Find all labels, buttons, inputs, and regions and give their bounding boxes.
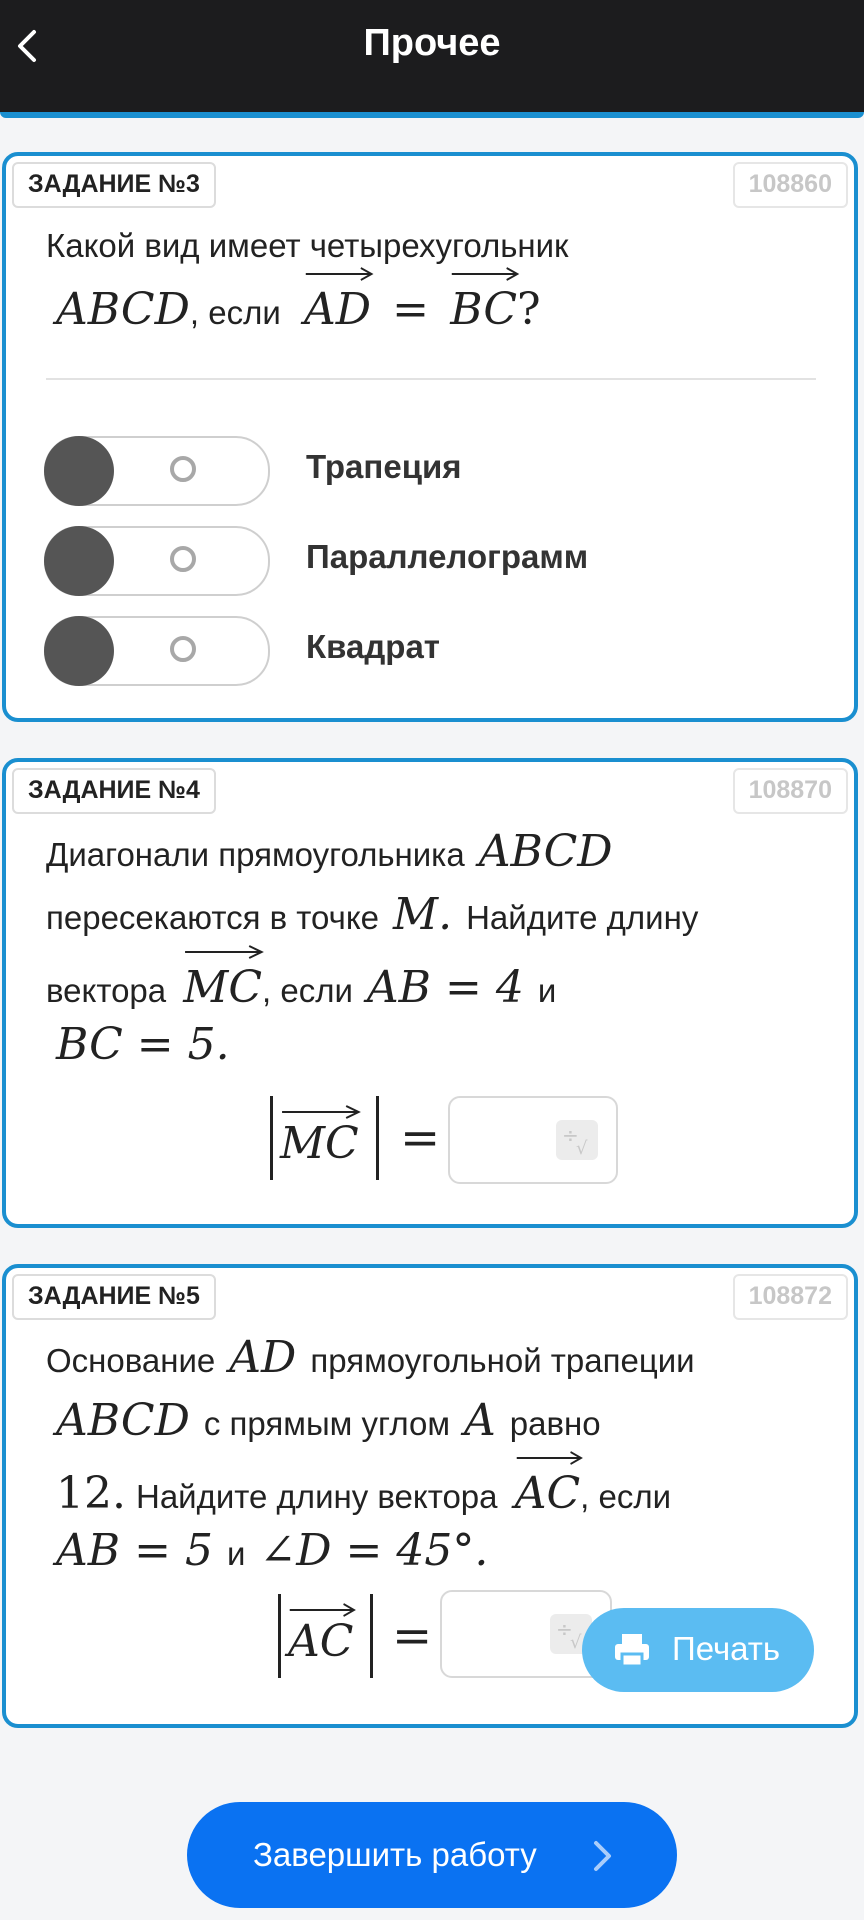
- abs-bar-right: [376, 1096, 379, 1180]
- answer-input[interactable]: ÷ √: [448, 1096, 618, 1184]
- math-m: M.: [393, 889, 453, 940]
- math-ab4: AB = 4: [366, 962, 524, 1013]
- task-card-3: ЗАДАНИЕ №3 108860 Какой вид имеет четыре…: [2, 152, 858, 722]
- task-id: 108860: [732, 162, 848, 208]
- vector-arrow-icon: [304, 266, 375, 282]
- printer-icon: [612, 1630, 652, 1670]
- option-label: Квадрат: [306, 628, 440, 665]
- option-square[interactable]: Квадрат: [44, 616, 604, 686]
- option-toggle[interactable]: [44, 616, 270, 686]
- question-line-4: AB = 5 и ∠D = 45°.: [56, 1525, 489, 1576]
- svg-text:√: √: [576, 1138, 588, 1159]
- finish-work-button[interactable]: Завершить работу: [187, 1802, 677, 1908]
- question-line-2: ABCD с прямым углом Aравно: [56, 1395, 601, 1446]
- vector-arrow-icon: [450, 266, 521, 282]
- vector-arrow-icon: [288, 1602, 357, 1618]
- math-ad: AD: [229, 1332, 297, 1383]
- header-accent-line: [0, 112, 864, 118]
- math-abcd: ABCD: [56, 1395, 190, 1446]
- question-line-2: пересекаются в точке M. Найдите длину: [46, 889, 699, 940]
- vector-arrow-icon: [515, 1450, 584, 1466]
- question-line-3: 12. Найдите длину вектора AC, если: [46, 1451, 824, 1527]
- math-abcd: ABCD: [478, 826, 613, 877]
- print-label: Печать: [672, 1630, 781, 1667]
- question-line-1: Диагонали прямоугольника ABCD: [46, 826, 613, 877]
- finish-label: Завершить работу: [253, 1836, 537, 1873]
- svg-text:√: √: [570, 1632, 582, 1653]
- math-bc5: BC = 5.: [56, 1019, 230, 1070]
- abs-bar-right: [370, 1594, 373, 1678]
- task-id: 108870: [732, 768, 848, 814]
- math-angle: ∠D = 45°.: [259, 1525, 489, 1576]
- radio-ring-icon: [170, 636, 196, 662]
- math-question-mark: ?: [517, 284, 541, 335]
- math-eq: =: [400, 1110, 441, 1166]
- option-label: Трапеция: [306, 448, 462, 485]
- vector-ad: AD: [304, 267, 374, 340]
- radio-ring-icon: [170, 456, 196, 482]
- math-abcd: ABCD: [56, 284, 190, 335]
- option-trapezoid[interactable]: Трапеция: [44, 436, 604, 506]
- vector-ac-answer: AC: [288, 1603, 356, 1667]
- radio-ring-icon: [170, 546, 196, 572]
- task-card-4: ЗАДАНИЕ №4 108870 Диагонали прямоугольни…: [2, 758, 858, 1228]
- abs-bar-left: [270, 1096, 273, 1180]
- question-line-4: BC = 5.: [46, 1015, 824, 1078]
- vector-ac: AC: [515, 1451, 583, 1524]
- text-comma-if: , если: [189, 294, 281, 331]
- answer-row: MC = ÷ √: [6, 1090, 854, 1190]
- math-eq: =: [392, 1608, 433, 1664]
- math-twelve: 12.: [56, 1468, 126, 1519]
- question-text: Диагонали прямоугольника ABCD пересекаютс…: [46, 822, 824, 1078]
- question-line-1: Основание AD прямоугольной трапеции: [46, 1332, 695, 1383]
- divider: [46, 378, 816, 380]
- question-text: Какой вид имеет четырехугольник ABCD, ес…: [46, 216, 824, 343]
- toggle-knob: [44, 526, 114, 596]
- question-line-1: Какой вид имеет четырехугольник: [46, 227, 569, 264]
- task-tag: ЗАДАНИЕ №4: [12, 768, 216, 814]
- vector-arrow-icon: [183, 944, 266, 960]
- vector-mc-answer: MC: [280, 1105, 361, 1169]
- task-tag: ЗАДАНИЕ №5: [12, 1274, 216, 1320]
- page-title: Прочее: [363, 22, 501, 64]
- math-eq: =: [392, 284, 430, 335]
- vector-mc: MC: [183, 945, 265, 1018]
- option-parallelogram[interactable]: Параллелограмм: [44, 526, 644, 596]
- task-id: 108872: [732, 1274, 848, 1320]
- vector-arrow-icon: [280, 1104, 363, 1120]
- calculator-icon[interactable]: ÷ √: [556, 1120, 598, 1160]
- math-ab5: AB = 5: [56, 1525, 213, 1576]
- question-line-3: вектора MC, если AB = 4и: [46, 945, 824, 1021]
- chevron-right-icon: [591, 1838, 615, 1874]
- task-tag: ЗАДАНИЕ №3: [12, 162, 216, 208]
- option-label: Параллелограмм: [306, 538, 589, 575]
- math-a: A: [464, 1395, 496, 1446]
- toggle-knob: [44, 616, 114, 686]
- app-header: Прочее: [0, 0, 864, 118]
- option-toggle[interactable]: [44, 436, 270, 506]
- abs-bar-left: [278, 1594, 281, 1678]
- print-button[interactable]: Печать: [582, 1608, 814, 1692]
- option-toggle[interactable]: [44, 526, 270, 596]
- question-text: Основание AD прямоугольной трапеции ABCD с …: [46, 1328, 824, 1584]
- question-line-2: ABCD, если AD = BC?: [46, 267, 824, 343]
- vector-bc: BC: [450, 267, 520, 340]
- toggle-knob: [44, 436, 114, 506]
